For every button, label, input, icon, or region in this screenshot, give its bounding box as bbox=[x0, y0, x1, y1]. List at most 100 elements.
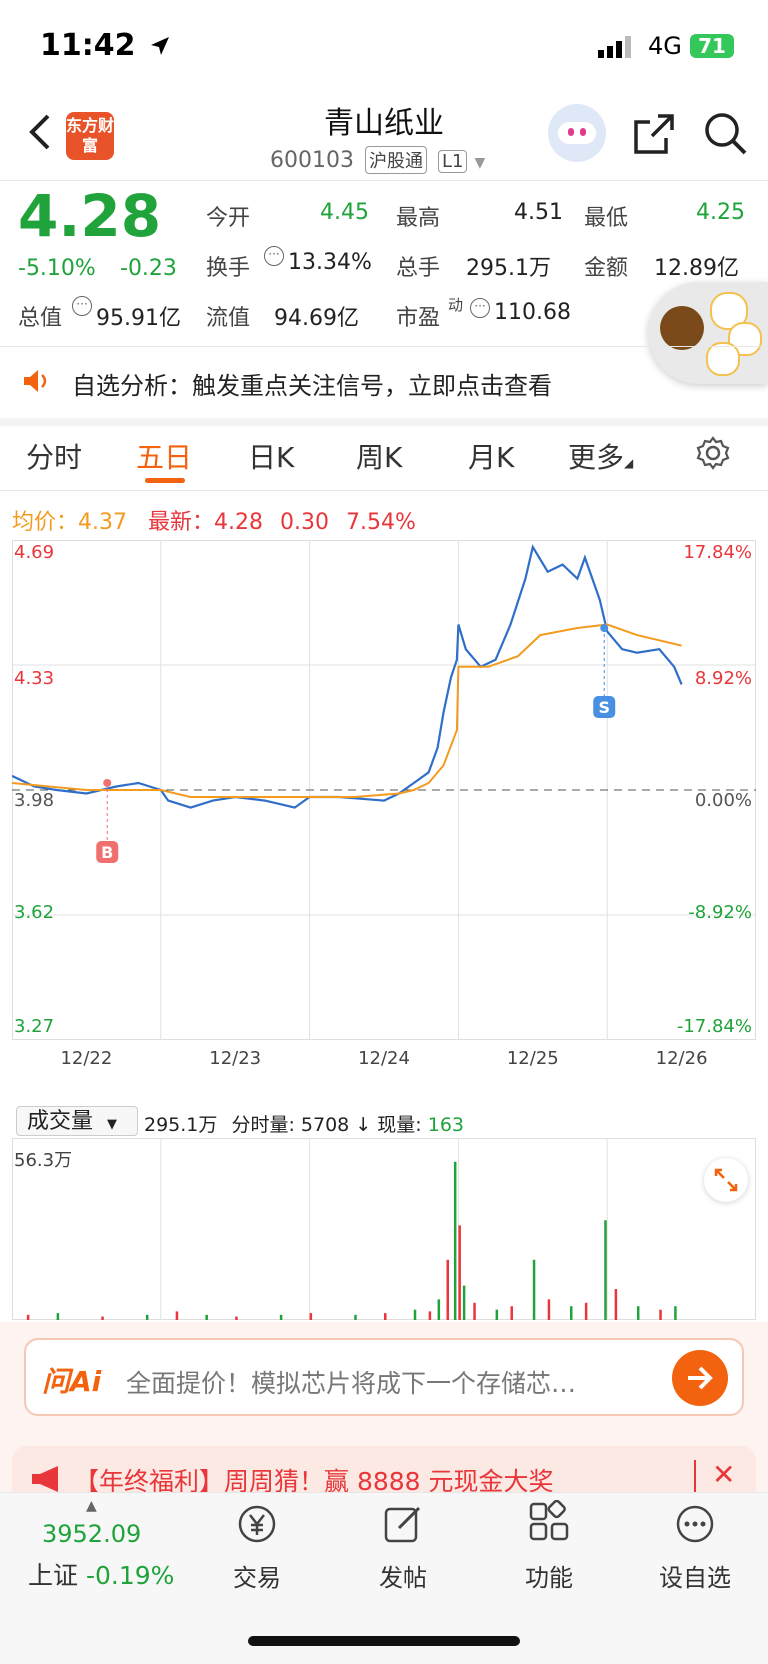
nav-features-label: 功能 bbox=[525, 1564, 573, 1592]
down-arrow-icon: ↓ bbox=[355, 1114, 372, 1136]
search-icon[interactable] bbox=[704, 112, 748, 156]
tab-monthly-k[interactable]: 月K bbox=[468, 436, 514, 476]
nav-add-watchlist[interactable]: 设自选 bbox=[640, 1500, 750, 1593]
section-gap bbox=[0, 418, 768, 426]
floating-promo-widget[interactable] bbox=[648, 282, 768, 384]
tab-weekly-k[interactable]: 周K bbox=[356, 436, 402, 476]
last-price: 4.28 bbox=[18, 182, 162, 250]
volume-bar bbox=[428, 1311, 432, 1320]
expand-icon bbox=[714, 1168, 738, 1192]
dropdown-caret-icon[interactable]: ▼ bbox=[474, 155, 485, 171]
info-dots-icon[interactable]: ··· bbox=[264, 246, 284, 266]
volume-bar bbox=[636, 1306, 640, 1320]
index-line[interactable]: 上证 -0.19% bbox=[28, 1556, 174, 1592]
high-value: 4.51 bbox=[514, 200, 563, 225]
y-right-tick-label: 17.84% bbox=[683, 542, 752, 563]
edit-icon bbox=[384, 1506, 421, 1543]
volume-bar bbox=[532, 1259, 536, 1320]
expand-button[interactable] bbox=[704, 1158, 748, 1202]
stock-code-line[interactable]: 600103 沪股通 L1 ▼ bbox=[270, 146, 485, 174]
mktcap-value: 95.91亿 bbox=[96, 306, 181, 331]
tick-volume: 5708 bbox=[300, 1114, 350, 1136]
trade-marker-label: S bbox=[598, 698, 610, 717]
assistant-avatar[interactable] bbox=[548, 104, 606, 162]
grid-icon bbox=[529, 1499, 569, 1541]
divider bbox=[694, 1460, 696, 1494]
settings-gear-icon[interactable] bbox=[696, 436, 730, 470]
up-caret-icon: ▲ bbox=[86, 1498, 97, 1514]
volume-bar bbox=[279, 1314, 283, 1320]
tab-five-day[interactable]: 五日 bbox=[136, 436, 192, 476]
open-label: 今开 bbox=[206, 206, 251, 231]
tab-daily-k[interactable]: 日K bbox=[248, 436, 294, 476]
volume-frame bbox=[12, 1138, 756, 1320]
tab-intraday[interactable]: 分时 bbox=[26, 436, 82, 476]
tick-volume-label: 分时量: bbox=[231, 1114, 295, 1136]
divider bbox=[0, 346, 768, 347]
more-icon bbox=[676, 1505, 714, 1543]
avg-label: 均价： bbox=[12, 510, 79, 535]
nav-trade-label: 交易 bbox=[233, 1564, 281, 1592]
volume-bar bbox=[205, 1314, 208, 1320]
volume-bar bbox=[56, 1313, 60, 1320]
volume-label: 总手 bbox=[396, 256, 441, 281]
nav-post[interactable]: 发帖 bbox=[348, 1500, 458, 1593]
nav-post-label: 发帖 bbox=[379, 1564, 427, 1592]
volume-bar bbox=[659, 1309, 662, 1320]
ai-submit-button[interactable] bbox=[672, 1350, 728, 1406]
volume-bar bbox=[354, 1314, 357, 1320]
volume-bar bbox=[446, 1259, 449, 1320]
info-dots-icon[interactable]: ··· bbox=[72, 296, 92, 316]
series-line-avg bbox=[12, 623, 682, 798]
volume-bar bbox=[547, 1299, 551, 1320]
notice-text[interactable]: 自选分析：触发重点关注信号，立即点击查看 bbox=[72, 366, 552, 401]
volume-bar bbox=[462, 1285, 466, 1320]
info-change: 0.30 bbox=[280, 510, 329, 535]
avg-value: 4.37 bbox=[78, 510, 127, 535]
index-name: 上证 bbox=[28, 1561, 79, 1590]
megaphone-icon bbox=[32, 1466, 58, 1492]
volume-bar bbox=[26, 1314, 30, 1320]
location-arrow-icon bbox=[151, 37, 169, 55]
status-bar: 11:42 4G 71 bbox=[0, 0, 768, 90]
volume-bar bbox=[584, 1302, 588, 1320]
low-value: 4.25 bbox=[696, 200, 745, 225]
tab-more[interactable]: 更多◢ bbox=[568, 436, 633, 476]
signal-icon bbox=[598, 36, 631, 58]
series-line-price bbox=[12, 544, 683, 809]
status-time: 11:42 bbox=[40, 28, 136, 63]
volume-bar bbox=[495, 1309, 499, 1320]
share-icon[interactable] bbox=[632, 112, 676, 156]
nav-trade[interactable]: 交易 bbox=[202, 1500, 312, 1593]
pe-label: 市盈 bbox=[396, 306, 441, 331]
ai-search-bar[interactable]: 问Ai 全面提价！模拟芯片将成下一个存储芯… bbox=[24, 1338, 744, 1416]
volume-bar bbox=[604, 1220, 607, 1320]
close-icon[interactable]: ✕ bbox=[712, 1458, 735, 1491]
mascot-avatar bbox=[706, 342, 740, 376]
battery-indicator: 71 bbox=[690, 34, 734, 58]
high-label: 最高 bbox=[396, 206, 441, 231]
x-tick-label: 12/23 bbox=[209, 1048, 261, 1069]
volume-bar bbox=[145, 1314, 149, 1320]
divider bbox=[0, 180, 768, 181]
turnover-value: 13.34% bbox=[288, 250, 372, 275]
nav-features[interactable]: 功能 bbox=[494, 1499, 604, 1593]
index-change: -0.19% bbox=[85, 1561, 175, 1590]
trade-marker-dot bbox=[600, 624, 609, 633]
volume-bar bbox=[473, 1302, 476, 1320]
volume-indicator-select[interactable]: 成交量 ▼ bbox=[16, 1106, 138, 1136]
volume-bar bbox=[175, 1311, 179, 1320]
open-value: 4.45 bbox=[320, 200, 369, 225]
volume-bar bbox=[413, 1309, 417, 1320]
x-tick-label: 12/25 bbox=[507, 1048, 559, 1069]
index-value[interactable]: 3952.09 bbox=[42, 1520, 141, 1548]
y-right-tick-label: 0.00% bbox=[695, 790, 752, 811]
low-label: 最低 bbox=[584, 206, 629, 231]
info-dots-icon[interactable]: ··· bbox=[470, 298, 490, 318]
y-left-tick-label: 3.27 bbox=[14, 1016, 54, 1037]
x-tick-label: 12/22 bbox=[60, 1048, 112, 1069]
volume-chart[interactable] bbox=[12, 1138, 756, 1320]
home-indicator bbox=[248, 1636, 520, 1646]
current-volume-label: 现量: bbox=[377, 1114, 422, 1136]
five-day-price-chart[interactable]: 4.69 4.33 3.98 3.62 3.27 17.84% 8.92% 0.00% -8.9… bbox=[12, 540, 756, 1070]
